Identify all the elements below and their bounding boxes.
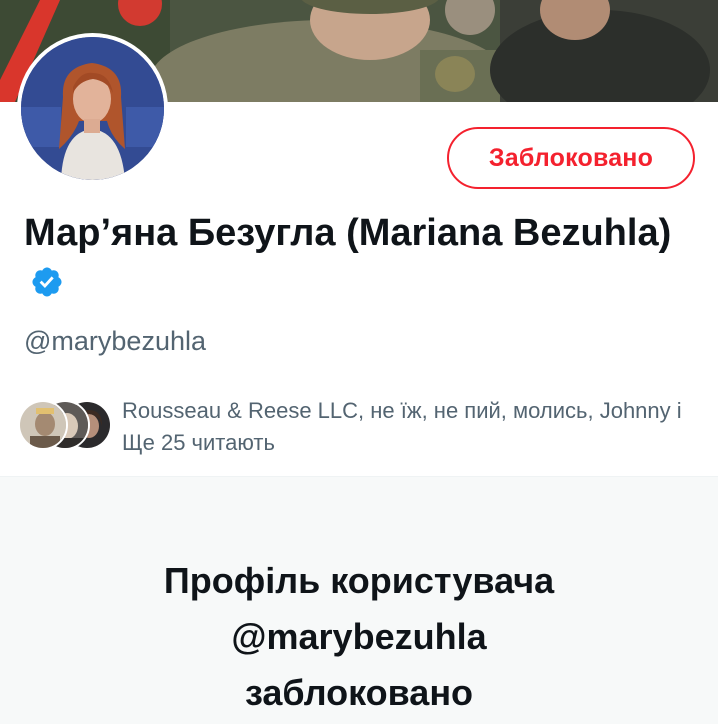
blocked-notice-line1: Профіль користувача (163, 560, 555, 601)
avatar-photo (21, 37, 164, 180)
follower-avatar (18, 400, 68, 450)
blocked-notice-line3: заблоковано (244, 672, 474, 713)
blocked-notice-line2: @marybezuhla (231, 616, 487, 657)
blocked-button-label: Заблоковано (488, 143, 654, 172)
followers-text: Rousseau & Reese LLC, не їж, не пий, мол… (122, 398, 682, 455)
display-name: Мар’яна Безугла (Mariana Bezuhla) (24, 208, 694, 308)
profile-handle: @marybezuhla (24, 326, 206, 356)
profile-avatar[interactable] (17, 33, 168, 184)
display-name-text: Мар’яна Безугла (Mariana Bezuhla) (24, 212, 672, 254)
followers-you-know[interactable]: Rousseau & Reese LLC, не їж, не пий, мол… (18, 392, 708, 462)
blocked-button[interactable]: Заблоковано (447, 127, 695, 189)
blocked-notice: Профіль користувача @marybezuhla заблоко… (0, 553, 718, 721)
verified-badge-icon[interactable] (30, 265, 64, 299)
follower-avatars (18, 400, 114, 452)
